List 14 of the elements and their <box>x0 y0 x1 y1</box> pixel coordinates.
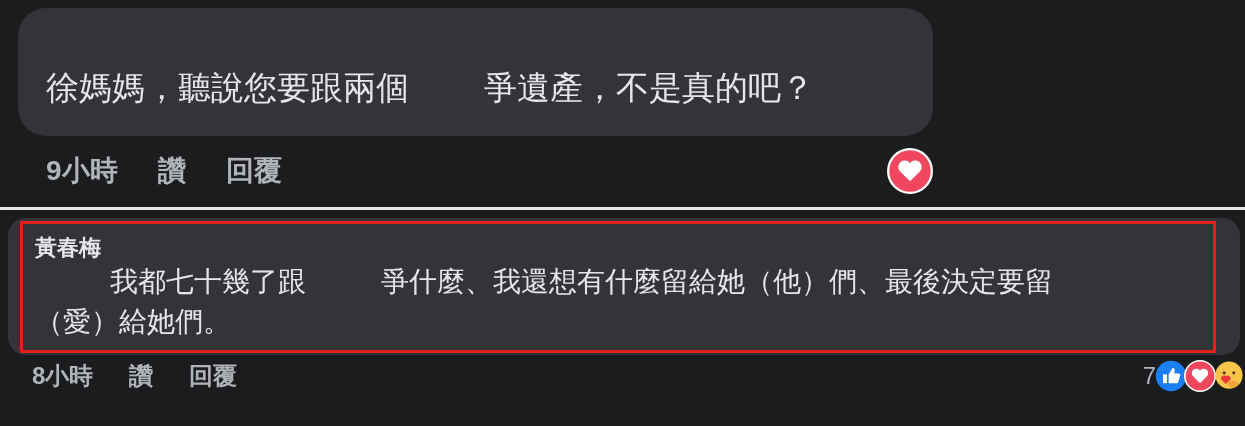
author-name[interactable]: 黃春梅 <box>35 234 1201 262</box>
timestamp[interactable]: 9小時 <box>46 152 118 190</box>
comment-text: 徐媽媽，聽說您要跟兩個 爭遺產，不是真的吧？ <box>46 68 815 108</box>
thumbs-up-reaction-icon <box>1155 360 1187 392</box>
like-link[interactable]: 讚 <box>157 152 186 190</box>
heart-reaction-icon <box>1184 360 1216 392</box>
hugging-face-reaction-icon <box>1213 360 1245 392</box>
reaction-count[interactable]: 7 <box>1142 362 1156 390</box>
heart-reaction-icon <box>887 148 933 194</box>
reply-link[interactable]: 回覆 <box>189 360 238 392</box>
like-link[interactable]: 讚 <box>129 360 154 392</box>
reply-link[interactable]: 回覆 <box>225 152 282 190</box>
timestamp[interactable]: 8小時 <box>32 360 94 392</box>
comment-text: 我都七十幾了跟 爭什麼、我還想有什麼留給她（他）們、最後決定要留 （愛）給她們。 <box>35 265 1054 339</box>
